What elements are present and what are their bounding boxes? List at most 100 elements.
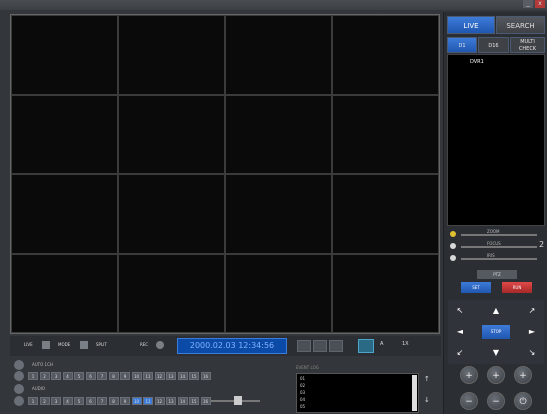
video-cell[interactable] xyxy=(332,253,439,333)
channel-button[interactable]: 4 xyxy=(62,397,73,405)
channel-button[interactable]: 2 xyxy=(39,372,50,380)
device-tree[interactable]: DVR1 xyxy=(447,54,545,226)
focus-near-button[interactable]: + xyxy=(487,366,505,384)
channel-button[interactable]: 9 xyxy=(120,397,130,405)
log-down-arrow-icon[interactable]: ↓ xyxy=(424,396,430,404)
channel-button[interactable]: 15 xyxy=(189,372,199,380)
zoom-in-button[interactable]: + xyxy=(460,366,478,384)
video-cell[interactable] xyxy=(225,253,332,333)
minimize-button[interactable]: _ xyxy=(523,0,533,8)
tab-search[interactable]: SEARCH xyxy=(496,16,545,34)
volume-slider-knob[interactable] xyxy=(234,396,242,405)
channel-button[interactable]: 1 xyxy=(28,372,38,380)
channel-button[interactable]: 11 xyxy=(143,397,153,405)
iris-slider[interactable]: IRIS xyxy=(447,253,545,264)
channel-button[interactable]: 4 xyxy=(62,372,73,380)
video-cell[interactable] xyxy=(118,174,225,254)
video-cell[interactable] xyxy=(332,94,439,174)
toolbar-mode-label[interactable]: MODE xyxy=(58,342,70,347)
video-cell[interactable] xyxy=(332,174,439,254)
tour-run-button[interactable]: RUN xyxy=(502,282,532,293)
zoom-out-button[interactable]: − xyxy=(460,392,478,410)
channel-button[interactable]: 13 xyxy=(166,397,176,405)
ptz-stop-button[interactable]: STOP xyxy=(482,325,510,339)
focus-slider[interactable]: FOCUS 2 xyxy=(447,240,545,252)
pan-right-button[interactable]: ► xyxy=(524,325,540,339)
focus-far-button[interactable]: − xyxy=(487,392,505,410)
channel-button[interactable]: 7 xyxy=(97,372,107,380)
toolbar-button-1[interactable] xyxy=(297,340,311,352)
channel-button[interactable]: 2 xyxy=(39,397,50,405)
channel-button[interactable]: 5 xyxy=(74,372,84,380)
video-cell[interactable] xyxy=(225,15,332,95)
channel-button[interactable]: 5 xyxy=(74,397,84,405)
channel-button[interactable]: 11 xyxy=(143,372,153,380)
zoom-slider[interactable]: ZOOM xyxy=(447,229,545,240)
log-scrollbar[interactable] xyxy=(412,375,417,411)
slider-track[interactable] xyxy=(461,234,537,236)
channel-button[interactable]: 6 xyxy=(85,372,96,380)
auto-icon[interactable] xyxy=(14,360,24,370)
iris-open-button[interactable]: + xyxy=(514,366,532,384)
mode-icon[interactable] xyxy=(80,341,88,349)
toolbar-split-label[interactable]: SPLIT xyxy=(96,342,107,347)
video-cell[interactable] xyxy=(118,15,225,95)
power-button[interactable]: ⏻ xyxy=(514,392,532,410)
channel-button[interactable]: 15 xyxy=(189,397,199,405)
pan-down-right-button[interactable]: ↘ xyxy=(524,346,540,360)
record-icon[interactable] xyxy=(156,341,164,349)
tab-live[interactable]: LIVE xyxy=(447,16,495,34)
channel-button[interactable]: 3 xyxy=(51,397,61,405)
channel-button[interactable]: 8 xyxy=(108,397,119,405)
toolbar-live-label[interactable]: LIVE xyxy=(24,342,33,347)
video-cell[interactable] xyxy=(225,174,332,254)
pan-down-left-button[interactable]: ↙ xyxy=(452,346,468,360)
channel-button[interactable]: 16 xyxy=(200,372,211,380)
toolbar-1x-label[interactable]: 1X xyxy=(402,341,409,347)
channel-button[interactable]: 14 xyxy=(177,397,188,405)
toolbar-button-3[interactable] xyxy=(329,340,343,352)
channel-row-icon[interactable] xyxy=(14,371,24,381)
toolbar-a-label[interactable]: A xyxy=(380,341,383,347)
slider-track[interactable] xyxy=(461,246,537,248)
channel-button[interactable]: 10 xyxy=(131,397,142,405)
pan-up-right-button[interactable]: ↗ xyxy=(524,304,540,318)
pan-left-button[interactable]: ◄ xyxy=(452,325,468,339)
video-cell[interactable] xyxy=(332,15,439,95)
subtab-d1[interactable]: D1 xyxy=(447,37,477,53)
channel-row-icon[interactable] xyxy=(14,396,24,406)
live-icon[interactable] xyxy=(42,341,50,349)
video-cell[interactable] xyxy=(11,15,118,95)
channel-button[interactable]: 13 xyxy=(166,372,176,380)
close-button[interactable]: x xyxy=(535,0,545,8)
channel-button[interactable]: 16 xyxy=(200,397,211,405)
channel-button[interactable]: 3 xyxy=(51,372,61,380)
channel-button[interactable]: 10 xyxy=(131,372,142,380)
channel-button[interactable]: 12 xyxy=(154,397,165,405)
video-cell[interactable] xyxy=(11,94,118,174)
channel-button[interactable]: 7 xyxy=(97,397,107,405)
subtab-d16[interactable]: D16 xyxy=(478,37,509,53)
device-item[interactable]: DVR1 xyxy=(470,59,484,65)
event-log[interactable]: 01 02 03 04 05 xyxy=(296,373,419,413)
subtab-multi-check[interactable]: MULTI CHECK xyxy=(510,37,545,53)
toolbar-rec-label[interactable]: REC xyxy=(140,342,148,347)
channel-button[interactable]: 1 xyxy=(28,397,38,405)
video-cell[interactable] xyxy=(118,253,225,333)
log-up-arrow-icon[interactable]: ↑ xyxy=(424,375,430,383)
preset-set-button[interactable]: SET xyxy=(461,282,491,293)
video-cell[interactable] xyxy=(225,94,332,174)
grid-layout-button[interactable] xyxy=(358,339,374,353)
channel-button[interactable]: 14 xyxy=(177,372,188,380)
toolbar-button-2[interactable] xyxy=(313,340,327,352)
video-cell[interactable] xyxy=(11,253,118,333)
video-cell[interactable] xyxy=(118,94,225,174)
channel-button[interactable]: 12 xyxy=(154,372,165,380)
slider-track[interactable] xyxy=(461,258,537,260)
channel-button[interactable]: 9 xyxy=(120,372,130,380)
channel-button[interactable]: 6 xyxy=(85,397,96,405)
pan-down-button[interactable]: ▼ xyxy=(488,346,504,360)
pan-up-left-button[interactable]: ↖ xyxy=(452,304,468,318)
video-cell[interactable] xyxy=(11,174,118,254)
channel-button[interactable]: 8 xyxy=(108,372,119,380)
